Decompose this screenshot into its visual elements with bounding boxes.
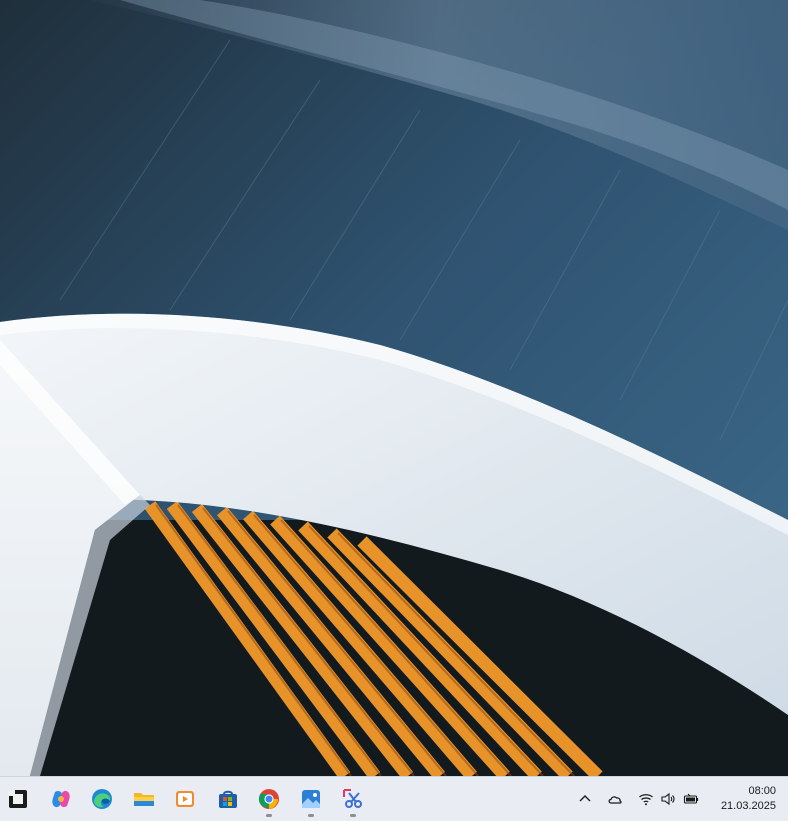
taskbar: 08:00 21.03.2025 — [0, 776, 788, 821]
store-bag-icon — [219, 790, 237, 808]
onedrive-cloud-icon — [608, 796, 622, 804]
onedrive-button[interactable] — [604, 787, 626, 811]
network-button[interactable] — [635, 787, 657, 811]
clock[interactable]: 08:00 21.03.2025 — [708, 784, 776, 814]
running-indicator — [350, 814, 356, 817]
wifi-icon — [639, 794, 653, 806]
photos-icon — [302, 790, 320, 808]
volume-button[interactable] — [657, 787, 679, 811]
microsoft-store-button[interactable] — [210, 781, 246, 817]
windows-start-icon — [9, 790, 27, 808]
chrome-icon — [258, 789, 279, 809]
clock-date: 21.03.2025 — [720, 800, 776, 812]
edge-browser-icon — [92, 789, 112, 809]
desktop-wallpaper — [0, 0, 788, 776]
start-button[interactable] — [0, 781, 36, 817]
running-indicator — [308, 814, 314, 817]
media-player-button[interactable] — [167, 781, 203, 817]
show-hidden-icons-button[interactable] — [574, 787, 596, 811]
folder-icon — [134, 793, 154, 806]
clock-time: 08:00 — [748, 785, 776, 797]
battery-icon — [683, 793, 699, 804]
snipping-tool-button[interactable] — [335, 781, 371, 817]
speaker-icon — [661, 792, 675, 806]
battery-button[interactable] — [680, 787, 702, 811]
copilot-icon — [52, 790, 70, 808]
edge-button[interactable] — [84, 781, 120, 817]
scissors-icon — [343, 789, 362, 808]
running-indicator — [266, 814, 272, 817]
desktop[interactable] — [0, 0, 788, 776]
chrome-button[interactable] — [251, 781, 287, 817]
file-explorer-button[interactable] — [126, 781, 162, 817]
photos-button[interactable] — [293, 781, 329, 817]
media-player-icon — [176, 791, 194, 807]
copilot-button[interactable] — [43, 781, 79, 817]
chevron-up-icon — [579, 795, 591, 802]
